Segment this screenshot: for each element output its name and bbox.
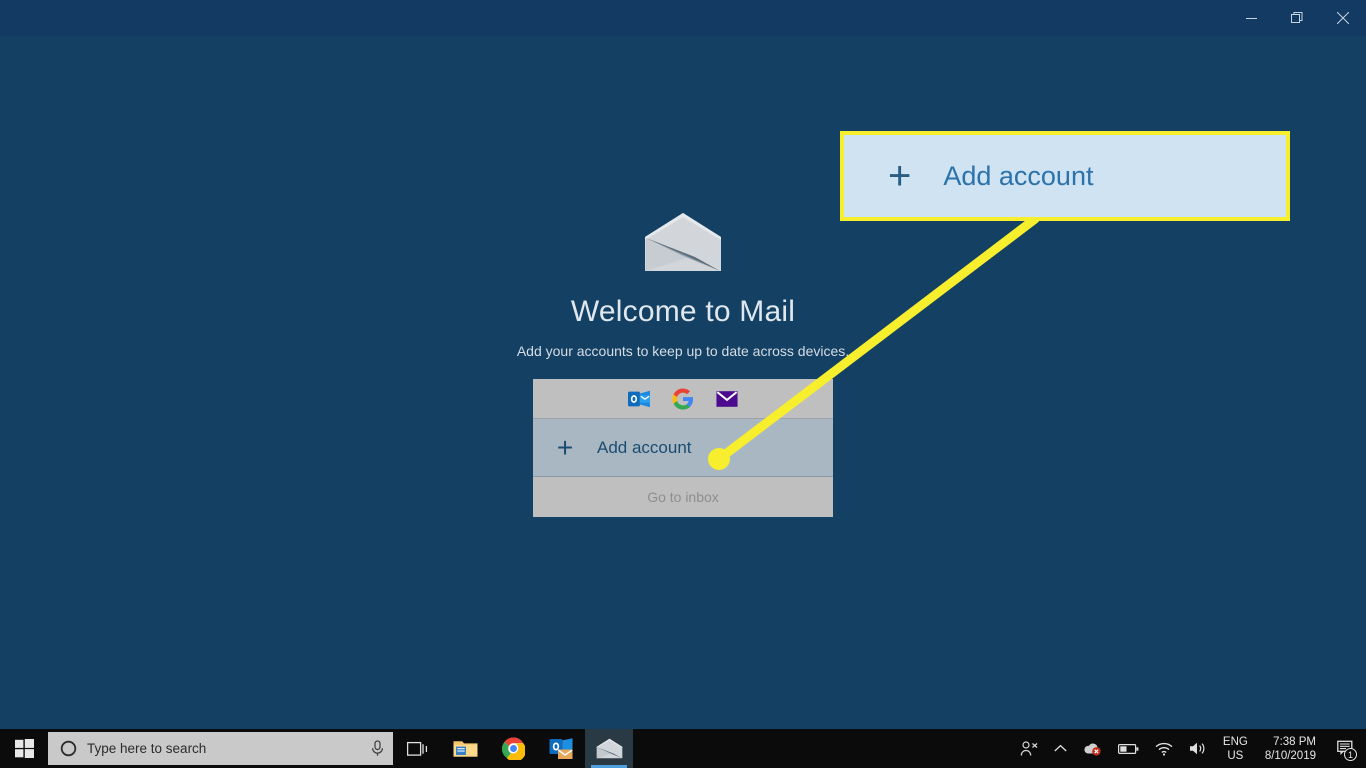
microphone-icon[interactable] xyxy=(370,740,385,757)
add-account-button[interactable]: + Add account xyxy=(533,419,833,477)
clock[interactable]: 7:38 PM 8/10/2019 xyxy=(1255,735,1326,763)
outlook-button[interactable] xyxy=(537,729,585,768)
page-subtitle: Add your accounts to keep up to date acr… xyxy=(516,343,850,359)
mail-button[interactable] xyxy=(585,729,633,768)
file-explorer-button[interactable] xyxy=(441,729,489,768)
taskbar: Type here to search ENG US 7:38 PM 8/10/… xyxy=(0,729,1366,768)
chrome-button[interactable] xyxy=(489,729,537,768)
window-titlebar xyxy=(0,0,1366,36)
wifi-icon xyxy=(1155,742,1173,756)
yahoo-mail-icon[interactable] xyxy=(716,388,738,410)
mail-app-icon xyxy=(596,738,622,759)
battery-button[interactable] xyxy=(1110,729,1147,768)
outlook-app-icon xyxy=(549,737,572,759)
onedrive-error-icon xyxy=(1084,743,1101,756)
page-title: Welcome to Mail xyxy=(570,295,796,328)
account-card: + Add account Go to inbox xyxy=(533,379,833,517)
people-icon xyxy=(1020,740,1038,756)
language-line-1: ENG xyxy=(1222,735,1248,748)
provider-logo-row xyxy=(533,379,833,419)
search-placeholder: Type here to search xyxy=(87,741,207,756)
mail-welcome-pane: Welcome to Mail Add your accounts to kee… xyxy=(0,36,1366,729)
battery-icon xyxy=(1117,743,1139,754)
speaker-icon xyxy=(1189,742,1205,755)
go-to-inbox-button[interactable]: Go to inbox xyxy=(533,477,833,517)
task-view-button[interactable] xyxy=(393,729,441,768)
cortana-circle-icon xyxy=(60,740,77,757)
plus-icon: + xyxy=(556,431,574,463)
onedrive-button[interactable] xyxy=(1075,729,1110,768)
go-to-inbox-label: Go to inbox xyxy=(647,489,719,505)
minimize-button[interactable] xyxy=(1228,0,1274,36)
clock-time: 7:38 PM xyxy=(1273,735,1316,748)
mail-envelope-icon xyxy=(645,213,721,271)
google-icon[interactable] xyxy=(672,387,694,410)
people-button[interactable] xyxy=(1012,729,1046,768)
google-chrome-icon xyxy=(501,737,525,760)
search-input[interactable]: Type here to search xyxy=(48,732,393,765)
network-button[interactable] xyxy=(1147,729,1181,768)
volume-button[interactable] xyxy=(1181,729,1216,768)
mail-app-window: Welcome to Mail Add your accounts to kee… xyxy=(0,0,1366,729)
language-indicator[interactable]: ENG US xyxy=(1216,735,1255,763)
file-explorer-icon xyxy=(453,741,477,757)
task-view-icon xyxy=(406,741,427,756)
windows-start-icon xyxy=(14,739,34,758)
start-button[interactable] xyxy=(0,729,48,768)
chevron-up-icon xyxy=(1054,744,1067,752)
add-account-label: Add account xyxy=(597,437,692,457)
system-tray: ENG US 7:38 PM 8/10/2019 1 xyxy=(1012,729,1366,768)
action-center-button[interactable]: 1 xyxy=(1326,729,1366,768)
restore-button[interactable] xyxy=(1274,0,1320,36)
show-hidden-icons-button[interactable] xyxy=(1046,729,1075,768)
close-button[interactable] xyxy=(1320,0,1366,36)
language-line-2: US xyxy=(1227,749,1244,762)
notification-count-badge: 1 xyxy=(1344,748,1357,761)
clock-date: 8/10/2019 xyxy=(1264,749,1316,762)
outlook-icon[interactable] xyxy=(628,388,650,410)
